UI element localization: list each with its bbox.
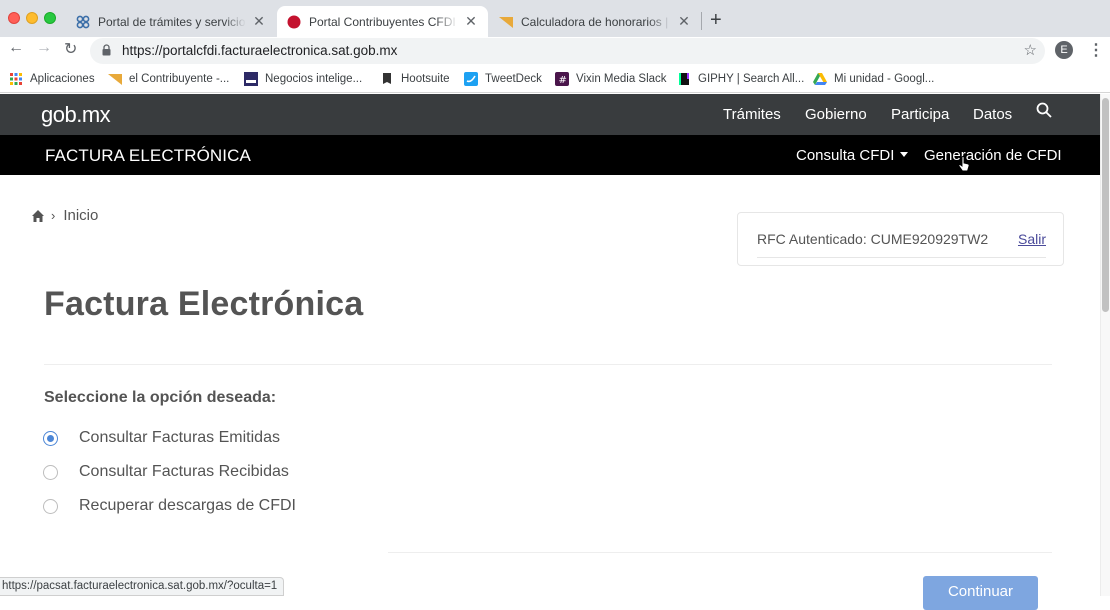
close-icon[interactable]: ✕	[464, 13, 478, 30]
breadcrumb: › Inicio	[31, 207, 98, 224]
page-title: Factura Electrónica	[44, 285, 364, 323]
bookmarks-bar: Aplicaciones el Contribuyente -... Negoc…	[0, 65, 1110, 93]
page-scrollbar[interactable]	[1100, 94, 1110, 596]
tab-title: Calculadora de honorarios | el Contribuy…	[521, 14, 671, 29]
svg-text:#: #	[559, 75, 567, 86]
giphy-icon	[679, 73, 689, 85]
nav-tramites[interactable]: Trámites	[723, 106, 781, 123]
tab-calculadora-honorarios[interactable]: Calculadora de honorarios | el Contribuy…	[489, 6, 701, 37]
home-icon[interactable]	[31, 209, 45, 223]
sat-red-icon	[287, 15, 301, 28]
bookmark-google-drive[interactable]: Mi unidad - Googl...	[813, 71, 934, 87]
window-zoom-button[interactable]	[44, 12, 56, 24]
bookmark-label: Aplicaciones	[30, 73, 95, 85]
option-consultar-emitidas[interactable]: Consultar Facturas Emitidas	[43, 429, 280, 447]
tweetdeck-icon	[464, 72, 478, 86]
slack-icon: #	[555, 72, 569, 86]
forward-arrow-icon[interactable]: →	[36, 39, 52, 57]
option-label: Recuperar descargas de CFDI	[79, 497, 296, 514]
browser-menu-icon[interactable]: ⋮	[1088, 40, 1104, 60]
bookmark-tweetdeck[interactable]: TweetDeck	[464, 71, 542, 87]
bookmark-label: GIPHY | Search All...	[698, 73, 805, 85]
site-header: FACTURA ELECTRÓNICA Consulta CFDI Genera…	[0, 135, 1100, 175]
lock-icon	[102, 44, 111, 56]
nav-participa[interactable]: Participa	[891, 106, 949, 123]
hand-pointer-cursor-icon	[958, 156, 970, 172]
el-contribuyente-icon	[108, 74, 122, 85]
bookmark-el-contribuyente[interactable]: el Contribuyente -...	[108, 71, 229, 87]
radio-button[interactable]	[43, 498, 58, 514]
chevron-right-icon: ›	[51, 208, 56, 223]
window-close-button[interactable]	[8, 12, 20, 24]
continue-button[interactable]: Continuar	[923, 576, 1038, 610]
nav-datos[interactable]: Datos	[973, 106, 1012, 123]
browser-toolbar: ← → ↻ https://portalcfdi.facturaelectron…	[0, 37, 1110, 65]
bookmark-label: el Contribuyente -...	[129, 73, 230, 85]
nav-consulta-cfdi[interactable]: Consulta CFDI	[796, 147, 909, 164]
gob-header: gob.mx Trámites Gobierno Participa Datos	[0, 94, 1100, 135]
apps-grid-icon	[10, 73, 22, 85]
bookmark-star-icon[interactable]: ☆	[1024, 41, 1037, 59]
close-icon[interactable]: ✕	[677, 13, 691, 30]
bookmark-giphy[interactable]: GIPHY | Search All...	[677, 71, 804, 87]
scrollbar-thumb[interactable]	[1102, 98, 1109, 312]
rfc-panel: RFC Autenticado: CUME920929TW2 Salir	[737, 212, 1064, 266]
bookmark-label: Hootsuite	[401, 73, 450, 85]
radio-button[interactable]	[43, 464, 58, 480]
google-drive-icon	[813, 73, 827, 85]
bookmark-slack[interactable]: # Vixin Media Slack	[555, 71, 667, 87]
status-bar-url: https://pacsat.facturaelectronica.sat.go…	[0, 577, 285, 596]
option-recuperar-descargas[interactable]: Recuperar descargas de CFDI	[43, 497, 296, 515]
divider	[44, 364, 1052, 365]
profile-avatar[interactable]: E	[1055, 41, 1073, 59]
bookmark-label: Mi unidad - Googl...	[834, 73, 935, 85]
site-title[interactable]: FACTURA ELECTRÓNICA	[45, 146, 251, 166]
tab-separator	[701, 12, 702, 30]
bookmark-label: TweetDeck	[485, 73, 542, 85]
breadcrumb-inicio[interactable]: Inicio	[63, 207, 98, 224]
tab-title: Portal de trámites y servicios - SAT	[98, 14, 246, 29]
nav-gobierno[interactable]: Gobierno	[805, 106, 867, 123]
option-label: Consultar Facturas Recibidas	[79, 463, 289, 480]
tab-portal-tramites[interactable]: Portal de trámites y servicios - SAT ✕	[66, 6, 276, 37]
logout-link[interactable]: Salir	[1018, 231, 1046, 247]
option-consultar-recibidas[interactable]: Consultar Facturas Recibidas	[43, 463, 289, 481]
chevron-down-icon	[900, 152, 909, 157]
bookmark-negocios[interactable]: Negocios intelige...	[244, 71, 362, 87]
bookmark-hootsuite[interactable]: Hootsuite	[380, 71, 450, 87]
nav-generacion-cfdi[interactable]: Generación de CFDI	[924, 147, 1062, 164]
bookmark-label: Vixin Media Slack	[576, 73, 667, 85]
nav-consulta-cfdi-label: Consulta CFDI	[796, 147, 895, 164]
rfc-authenticated-text: RFC Autenticado: CUME920929TW2	[757, 231, 989, 247]
back-arrow-icon[interactable]: ←	[8, 39, 24, 57]
options-prompt: Seleccione la opción deseada:	[44, 389, 277, 406]
new-tab-icon[interactable]: +	[710, 9, 722, 32]
radio-button[interactable]	[43, 430, 58, 446]
window-minimize-button[interactable]	[26, 12, 38, 24]
option-label: Consultar Facturas Emitidas	[79, 429, 280, 446]
negocios-icon	[244, 72, 258, 86]
divider	[757, 257, 1046, 258]
reload-icon[interactable]: ↻	[64, 39, 77, 59]
search-icon[interactable]	[1036, 102, 1052, 118]
sat-icon	[76, 15, 90, 28]
divider	[388, 552, 1052, 553]
bookmark-label: Negocios intelige...	[265, 73, 363, 85]
hootsuite-icon	[383, 73, 391, 84]
address-url: https://portalcfdi.facturaelectronica.sa…	[122, 43, 398, 58]
address-bar[interactable]: https://portalcfdi.facturaelectronica.sa…	[90, 38, 1045, 64]
bookmark-aplicaciones[interactable]: Aplicaciones	[9, 71, 95, 87]
gob-logo[interactable]: gob.mx	[41, 102, 111, 128]
tab-portal-contribuyentes[interactable]: Portal Contribuyentes CFDI | SAT ✕	[277, 6, 488, 37]
close-icon[interactable]: ✕	[252, 13, 266, 30]
browser-tab-strip: Portal de trámites y servicios - SAT ✕ P…	[0, 0, 1110, 37]
el-contribuyente-icon	[499, 16, 513, 28]
tab-title: Portal Contribuyentes CFDI | SAT	[309, 14, 458, 29]
